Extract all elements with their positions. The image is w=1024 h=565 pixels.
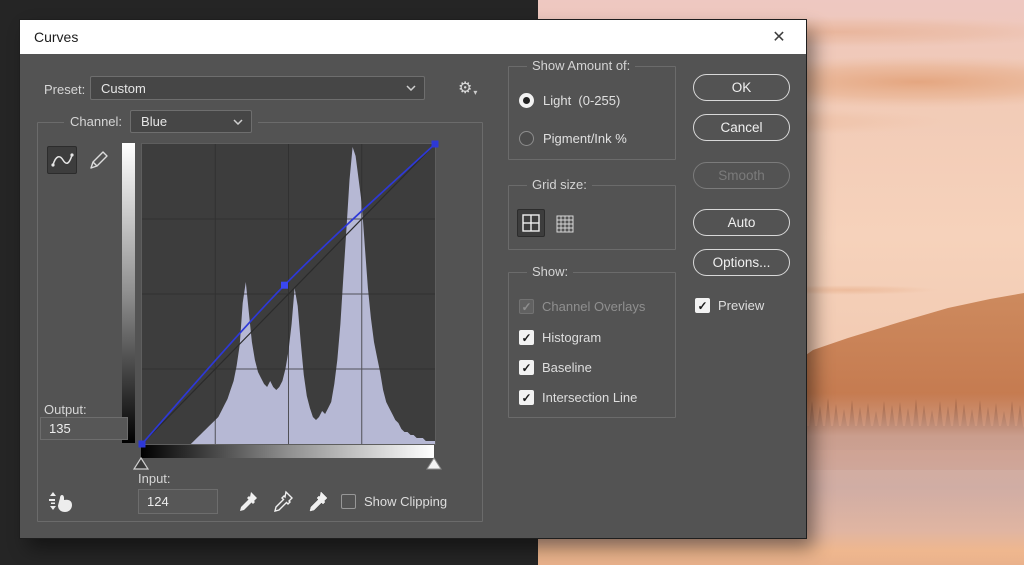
curve-tool-icon	[51, 153, 74, 167]
checkbox-checked-icon: ✓	[519, 390, 534, 405]
show-groupbox: Show: ✓ Channel Overlays ✓ Histogram ✓ B…	[508, 264, 676, 418]
intersection-line-label: Intersection Line	[542, 390, 638, 405]
baseline-checkbox[interactable]: ✓ Baseline	[519, 360, 592, 375]
point-curve-tool-button[interactable]	[47, 146, 77, 174]
checkbox-unchecked-icon	[341, 494, 356, 509]
checkbox-checked-icon: ✓	[519, 299, 534, 314]
histogram-checkbox[interactable]: ✓ Histogram	[519, 330, 601, 345]
show-clipping-checkbox[interactable]: Show Clipping	[341, 494, 447, 509]
chevron-down-icon	[406, 85, 416, 91]
curve-point-selected[interactable]	[281, 281, 288, 289]
histogram-label: Histogram	[542, 330, 602, 345]
show-clipping-label: Show Clipping	[364, 494, 448, 509]
channel-value: Blue	[141, 114, 168, 129]
gear-icon: ⚙	[458, 80, 473, 97]
fine-grid-icon	[556, 215, 574, 233]
intersection-line-checkbox[interactable]: ✓ Intersection Line	[519, 390, 637, 405]
preview-checkbox[interactable]: ✓ Preview	[695, 298, 764, 313]
draw-curve-tool-button[interactable]	[84, 146, 114, 174]
baseline-label: Baseline	[542, 360, 592, 375]
shadow-input-slider[interactable]	[133, 456, 149, 470]
output-gradient-strip	[122, 143, 135, 443]
channel-label: Channel:	[70, 114, 123, 129]
curve-plot-frame	[138, 140, 439, 448]
grid-size-legend: Grid size:	[527, 177, 592, 192]
grid-size-groupbox: Grid size:	[508, 177, 676, 250]
checkbox-checked-icon: ✓	[519, 330, 534, 345]
targeted-adjustment-hand-icon	[49, 492, 72, 512]
ok-button[interactable]: OK	[693, 74, 790, 101]
output-label: Output:	[44, 402, 87, 417]
show-amount-groupbox: Show Amount of: Light (0-255) Pigment/In…	[508, 58, 676, 160]
input-gradient-strip	[141, 445, 434, 458]
show-amount-legend: Show Amount of:	[527, 58, 636, 73]
options-button[interactable]: Options...	[693, 249, 790, 276]
close-icon[interactable]: ✕	[764, 20, 794, 54]
preset-options-menu-button[interactable]: ⚙ ▾	[458, 78, 477, 98]
dialog-title: Curves	[34, 29, 79, 45]
preset-dropdown[interactable]: Custom	[90, 76, 425, 100]
highlight-input-slider[interactable]	[426, 456, 442, 470]
channel-legend: Channel: Blue	[64, 110, 259, 133]
gray-point-eyedropper-button[interactable]	[272, 490, 294, 517]
show-legend: Show:	[527, 264, 574, 279]
preview-label: Preview	[718, 298, 765, 313]
dialog-titlebar[interactable]: Curves ✕	[20, 20, 806, 54]
black-point-eyedropper-button[interactable]	[237, 490, 259, 517]
fine-grid-button[interactable]	[553, 212, 577, 236]
dialog-body: Preset: Custom ⚙ ▾ Channel: Blue Output:…	[20, 54, 806, 538]
quadrant-grid-icon	[522, 214, 540, 232]
curves-plot[interactable]	[138, 140, 439, 448]
eyedropper-black-icon	[240, 492, 257, 511]
checkbox-checked-icon: ✓	[695, 298, 710, 313]
pigment-ink-radio[interactable]: Pigment/Ink %	[519, 131, 627, 146]
preset-value: Custom	[101, 80, 146, 96]
quadrant-grid-button[interactable]	[517, 209, 545, 237]
output-value-field[interactable]	[40, 417, 128, 440]
curve-point[interactable]	[138, 440, 146, 448]
cancel-button[interactable]: Cancel	[693, 114, 790, 141]
channel-overlays-label: Channel Overlays	[542, 299, 646, 314]
light-radio-label: Light (0-255)	[543, 93, 621, 108]
checkbox-checked-icon: ✓	[519, 360, 534, 375]
channel-overlays-checkbox: ✓ Channel Overlays	[519, 299, 645, 314]
light-radio[interactable]: Light (0-255)	[519, 93, 620, 108]
input-label: Input:	[138, 471, 171, 486]
input-value-field[interactable]	[138, 489, 218, 514]
preset-label: Preset:	[44, 82, 86, 97]
curves-dialog: Curves ✕ Preset: Custom ⚙ ▾ Channel: Blu…	[20, 20, 806, 538]
smooth-button: Smooth	[693, 162, 790, 189]
channel-dropdown[interactable]: Blue	[130, 110, 253, 133]
auto-button[interactable]: Auto	[693, 209, 790, 236]
caret-down-icon: ▾	[473, 88, 478, 97]
radio-unselected-icon	[519, 131, 534, 146]
eyedropper-white-icon	[309, 491, 328, 512]
targeted-adjustment-tool-button[interactable]	[48, 488, 76, 514]
chevron-down-icon	[233, 118, 243, 125]
pigment-radio-label: Pigment/Ink %	[543, 131, 627, 146]
photoshop-workspace: Curves ✕ Preset: Custom ⚙ ▾ Channel: Blu…	[0, 0, 1024, 565]
pencil-icon	[90, 151, 108, 169]
radio-selected-icon	[519, 93, 534, 108]
white-point-eyedropper-button[interactable]	[307, 490, 329, 517]
eyedropper-gray-icon	[274, 490, 293, 512]
curve-point[interactable]	[431, 140, 439, 148]
